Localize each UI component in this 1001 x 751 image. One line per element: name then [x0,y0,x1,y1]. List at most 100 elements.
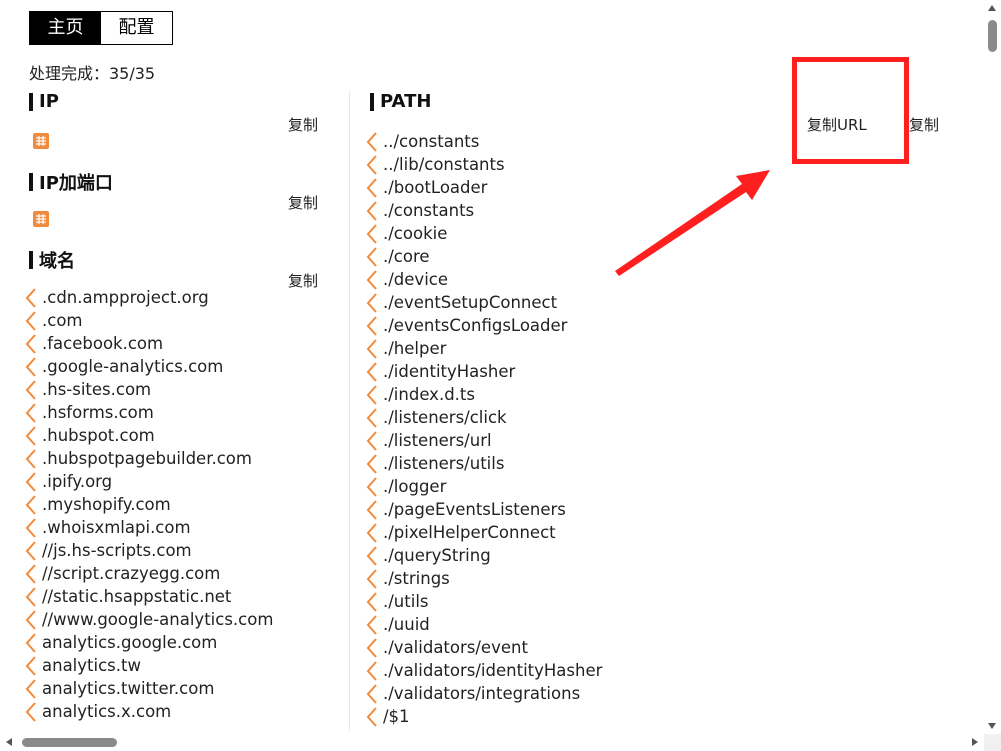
column-divider [349,91,350,731]
domain-list-item[interactable]: .hs-sites.com [25,378,273,401]
path-list-item[interactable]: ../lib/constants [366,153,602,176]
path-list-item-text: ./utils [383,592,429,611]
path-list-item[interactable]: ./core [366,245,602,268]
chevron-left-icon [366,384,377,405]
domain-list-item-text: .hs-sites.com [42,380,152,399]
path-list-item[interactable]: ./validators/event [366,636,602,659]
path-list-item[interactable]: ./bootLoader [366,176,602,199]
path-list-item[interactable]: ./strings [366,567,602,590]
chevron-left-icon [366,315,377,336]
horizontal-scroll-thumb[interactable] [22,738,117,747]
path-list-item-text: ../constants [383,132,480,151]
domain-list-item[interactable]: //script.crazyegg.com [25,562,273,585]
scroll-left-icon[interactable] [6,738,12,746]
path-list-item[interactable]: ./validators/integrations [366,682,602,705]
title-bar [29,173,33,191]
path-list-item[interactable]: ./logger [366,475,602,498]
grid-icon [33,211,49,227]
path-list-item[interactable]: ./eventsConfigsLoader [366,314,602,337]
domain-list-item[interactable]: .cdn.ampproject.org [25,286,273,309]
chevron-left-icon [366,476,377,497]
chevron-left-icon [366,545,377,566]
copy-domain-button[interactable]: 复制 [288,270,318,291]
domain-list-item-text: .facebook.com [42,334,164,353]
path-list-item[interactable]: ./device [366,268,602,291]
domain-list-item[interactable]: .facebook.com [25,332,273,355]
path-list-item[interactable]: ./listeners/url [366,429,602,452]
path-list-item-text: ./pixelHelperConnect [383,523,556,542]
path-list-item[interactable]: ./identityHasher [366,360,602,383]
path-list-item[interactable]: ./pixelHelperConnect [366,521,602,544]
domain-list-item[interactable]: .hubspot.com [25,424,273,447]
path-list-item[interactable]: ./pageEventsListeners [366,498,602,521]
domain-list-item[interactable]: .hsforms.com [25,401,273,424]
chevron-left-icon [25,471,36,492]
domain-list-item[interactable]: .myshopify.com [25,493,273,516]
path-list-item[interactable]: ./utils [366,590,602,613]
path-list-item[interactable]: ../constants [366,130,602,153]
chevron-left-icon [25,540,36,561]
scroll-up-icon[interactable] [988,5,996,11]
copy-ip-port-button[interactable]: 复制 [288,192,318,213]
path-list-item[interactable]: ./listeners/click [366,406,602,429]
progress-status: 处理完成：35/35 [29,64,156,83]
vertical-scrollbar[interactable] [984,0,1001,734]
copy-path-button[interactable]: 复制 [909,114,939,135]
domain-list-item-text: //js.hs-scripts.com [42,541,192,560]
vertical-scroll-thumb[interactable] [988,20,997,52]
path-list-item[interactable]: ./listeners/utils [366,452,602,475]
chevron-left-icon [25,632,36,653]
horizontal-scrollbar[interactable] [0,734,984,751]
scroll-down-icon[interactable] [988,723,996,729]
tab-home[interactable]: 主页 [30,12,101,44]
path-list-item[interactable]: ./queryString [366,544,602,567]
domain-list-item[interactable]: analytics.x.com [25,700,273,723]
path-list-item-text: ./listeners/utils [383,454,505,473]
tab-config[interactable]: 配置 [101,12,172,44]
chevron-left-icon [25,310,36,331]
chevron-left-icon [366,453,377,474]
chevron-left-icon [366,430,377,451]
domain-list-item[interactable]: .hubspotpagebuilder.com [25,447,273,470]
chevron-left-icon [25,494,36,515]
path-list-item[interactable]: ./index.d.ts [366,383,602,406]
domain-list-item-text: .whoisxmlapi.com [42,518,191,537]
path-list-item-text: ./validators/integrations [383,684,581,703]
title-bar [370,92,374,111]
path-list-item[interactable]: ./helper [366,337,602,360]
grid-icon [33,133,49,149]
domain-list-item-text: //www.google-analytics.com [42,610,274,629]
copy-ip-button[interactable]: 复制 [288,114,318,135]
domain-list-item-text: .ipify.org [42,472,113,491]
domain-list-item[interactable]: .whoisxmlapi.com [25,516,273,539]
domain-list-item-text: .hubspot.com [42,426,155,445]
chevron-left-icon [366,361,377,382]
chevron-left-icon [366,407,377,428]
title-bar [29,251,33,269]
domain-list-item[interactable]: //js.hs-scripts.com [25,539,273,562]
path-list-item-text: ./uuid [383,615,430,634]
chevron-left-icon [366,499,377,520]
domain-list-item[interactable]: .google-analytics.com [25,355,273,378]
path-list-item[interactable]: ./constants [366,199,602,222]
path-list-item[interactable]: ./uuid [366,613,602,636]
domain-list-item[interactable]: .com [25,309,273,332]
chevron-left-icon [366,223,377,244]
chevron-left-icon [25,379,36,400]
domain-list-item[interactable]: analytics.twitter.com [25,677,273,700]
path-list-item-text: ./cookie [383,224,448,243]
path-list-item-text: ./listeners/click [383,408,507,427]
path-list-item[interactable]: ./cookie [366,222,602,245]
path-list-item[interactable]: ./validators/identityHasher [366,659,602,682]
path-list-item[interactable]: /$1 [366,705,602,728]
domain-list-item[interactable]: .ipify.org [25,470,273,493]
domain-list-item-text: .google-analytics.com [42,357,224,376]
domain-list-item[interactable]: //static.hsappstatic.net [25,585,273,608]
domain-list-item[interactable]: analytics.tw [25,654,273,677]
scroll-right-icon[interactable] [972,738,978,746]
domain-list-item[interactable]: analytics.google.com [25,631,273,654]
chevron-left-icon [366,522,377,543]
domain-list-item-text: //static.hsappstatic.net [42,587,232,606]
domain-list-item[interactable]: //www.google-analytics.com [25,608,273,631]
path-list-item[interactable]: ./eventSetupConnect [366,291,602,314]
